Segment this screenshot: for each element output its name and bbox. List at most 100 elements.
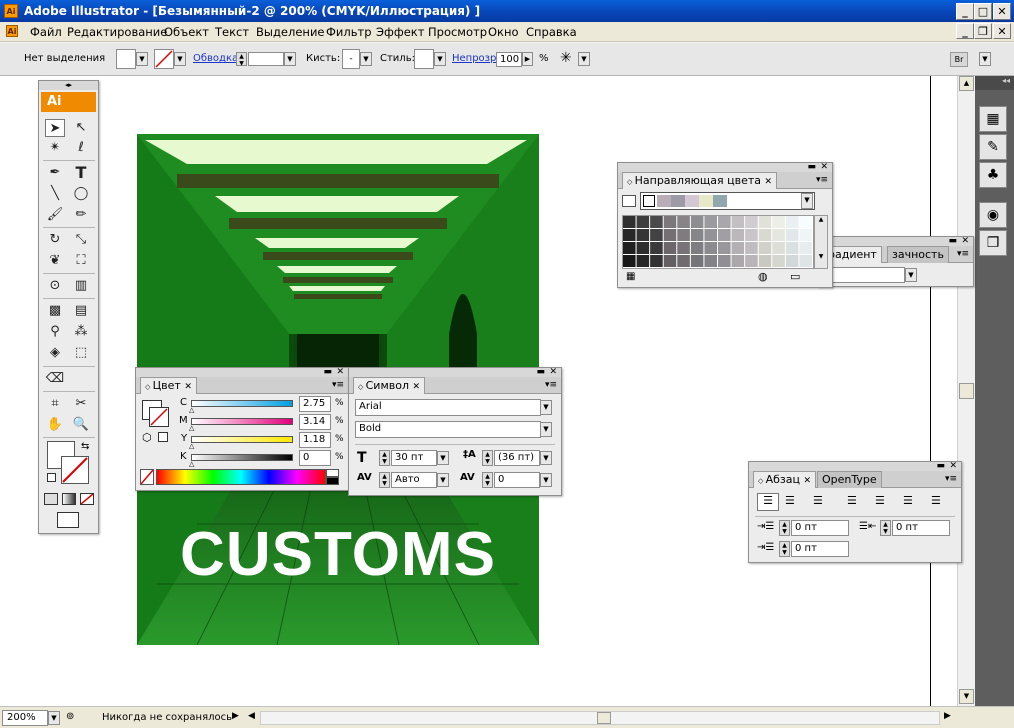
harmony-rules-select[interactable]	[640, 192, 815, 210]
menu-object[interactable]: Объект	[164, 25, 209, 39]
right-indent-input[interactable]: 0 пт	[892, 520, 950, 536]
variation-swatch[interactable]	[690, 229, 704, 241]
tab-color-guide[interactable]: ◇ Направляющая цвета ✕	[622, 172, 778, 189]
graph-tool-icon[interactable]: ▥	[71, 277, 91, 295]
variation-swatch[interactable]	[785, 255, 799, 267]
variation-swatch[interactable]	[731, 255, 745, 267]
character-panel-close[interactable]: ✕	[549, 367, 557, 377]
style-dropdown[interactable]: ▼	[434, 52, 446, 66]
tab-opentype[interactable]: OpenType	[817, 471, 882, 488]
stroke-color-box[interactable]	[61, 456, 89, 484]
font-size-input[interactable]: 30 пт	[391, 450, 437, 466]
variation-swatch[interactable]	[663, 229, 677, 241]
save-colors-icon[interactable]: ▭	[790, 270, 800, 283]
color-guide-minimize[interactable]: ▬	[807, 162, 816, 172]
align-left-icon[interactable]: ☰	[757, 493, 779, 511]
gradient-tool-icon[interactable]: ▤	[71, 302, 91, 320]
version-cue-icon[interactable]: ⊚	[66, 711, 74, 722]
tab-paragraph[interactable]: ◇ Абзац ✕	[753, 471, 817, 488]
justify-left-icon[interactable]: ☰	[847, 494, 857, 507]
stroke-label[interactable]: Обводка:	[193, 53, 242, 64]
color-mode-icon[interactable]	[44, 493, 58, 505]
direct-selection-tool-icon[interactable]: ↖	[71, 119, 91, 137]
web-safe-icon[interactable]	[158, 432, 168, 442]
screen-mode-icon[interactable]	[57, 512, 79, 528]
variation-swatch[interactable]	[799, 216, 812, 228]
variation-swatch[interactable]	[772, 242, 785, 254]
fill-dropdown[interactable]: ▼	[136, 52, 148, 66]
character-panel-minimize[interactable]: ▬	[536, 367, 545, 377]
leading-stepper[interactable]: ▲ ▼	[482, 450, 493, 466]
gradient-panel-menu-icon[interactable]: ▾≡	[957, 249, 969, 259]
tab-transparency[interactable]: зачность	[887, 246, 949, 263]
horizontal-scroll-thumb[interactable]	[597, 712, 611, 724]
variation-swatch[interactable]	[745, 229, 758, 241]
bridge-icon[interactable]: Br	[950, 52, 968, 67]
default-colors-icon[interactable]	[47, 473, 56, 482]
stroke-dropdown[interactable]: ▼	[174, 52, 186, 66]
variation-swatch[interactable]	[745, 255, 758, 267]
variation-swatch[interactable]	[758, 242, 772, 254]
variation-swatch[interactable]	[718, 255, 731, 267]
variation-swatch[interactable]	[690, 255, 704, 267]
variation-swatch[interactable]	[785, 229, 799, 241]
color-panel-menu-icon[interactable]: ▾≡	[332, 380, 344, 390]
font-size-dropdown[interactable]: ▼	[437, 451, 449, 465]
appearance-panel-icon[interactable]: ◉	[979, 202, 1007, 228]
tab-color[interactable]: ◇ Цвет ✕	[140, 377, 197, 394]
style-swatch[interactable]	[414, 49, 434, 69]
variation-swatch[interactable]	[663, 255, 677, 267]
left-indent-stepper[interactable]: ▲ ▼	[779, 520, 790, 536]
variation-swatch[interactable]	[623, 255, 636, 267]
eraser-tool-icon[interactable]: ⌫	[45, 370, 65, 388]
paragraph-panel-minimize[interactable]: ▬	[936, 461, 945, 471]
brush-dropdown[interactable]: ▼	[360, 52, 372, 66]
first-line-indent-input[interactable]: 0 пт	[791, 541, 849, 557]
brush-selector[interactable]: -	[342, 49, 360, 69]
fill-swatch[interactable]	[116, 49, 136, 69]
harmony-rules-dropdown[interactable]: ▼	[801, 193, 813, 209]
color-variations-grid[interactable]	[622, 215, 814, 269]
variation-swatch[interactable]	[690, 216, 704, 228]
variation-swatch[interactable]	[718, 229, 731, 241]
brushes-panel-icon[interactable]: ✎	[979, 134, 1007, 160]
ellipse-tool-icon[interactable]: ◯	[71, 185, 91, 203]
variation-swatch[interactable]	[785, 242, 799, 254]
variation-swatch[interactable]	[731, 242, 745, 254]
zoom-input[interactable]: 200%	[2, 710, 48, 726]
opacity-input[interactable]: 100	[496, 52, 522, 67]
selection-tool-icon[interactable]: ➤	[45, 119, 65, 137]
paragraph-panel-close[interactable]: ✕	[949, 461, 957, 471]
channel-c-input[interactable]: 2.75	[299, 396, 331, 412]
zoom-tool-icon[interactable]: 🔍	[71, 416, 91, 434]
variation-swatch[interactable]	[677, 242, 690, 254]
color-guide-close[interactable]: ✕	[820, 162, 828, 172]
layers-panel-icon[interactable]: ❐	[979, 230, 1007, 256]
variation-swatch[interactable]	[785, 216, 799, 228]
left-indent-input[interactable]: 0 пт	[791, 520, 849, 536]
variation-swatch[interactable]	[677, 255, 690, 267]
kerning-stepper[interactable]: ▲ ▼	[379, 472, 390, 488]
variation-swatch[interactable]	[704, 242, 717, 254]
blend-tool-icon[interactable]: ⁂	[71, 323, 91, 341]
paintbrush-tool-icon[interactable]: 🖌	[45, 206, 65, 224]
paragraph-panel-menu-icon[interactable]: ▾≡	[945, 474, 957, 484]
kerning-input[interactable]: Авто	[391, 472, 437, 488]
pencil-tool-icon[interactable]: ✏	[71, 206, 91, 224]
doc-restore-button[interactable]: ❐	[974, 23, 992, 39]
menu-edit[interactable]: Редактирование	[67, 25, 167, 39]
menu-view[interactable]: Просмотр	[428, 25, 487, 39]
opacity-dropdown[interactable]: ▶	[522, 52, 533, 66]
channel-m-input[interactable]: 3.14	[299, 414, 331, 430]
live-paint-selection-tool-icon[interactable]: ⬚	[71, 344, 91, 362]
variation-swatch[interactable]	[704, 229, 717, 241]
toolbox-grip[interactable]: ◂▸	[39, 81, 98, 90]
artwork-text[interactable]: CUSTOMS	[137, 519, 539, 590]
swap-colors-icon[interactable]: ⇆	[81, 441, 89, 452]
close-button[interactable]: ✕	[993, 3, 1011, 20]
scale-tool-icon[interactable]: ⤡	[71, 231, 91, 249]
scroll-right-button[interactable]: ▶	[944, 711, 951, 721]
variation-swatch[interactable]	[745, 242, 758, 254]
recolor-icon[interactable]: ✳	[560, 50, 572, 66]
scroll-down-button[interactable]: ▼	[959, 689, 974, 704]
